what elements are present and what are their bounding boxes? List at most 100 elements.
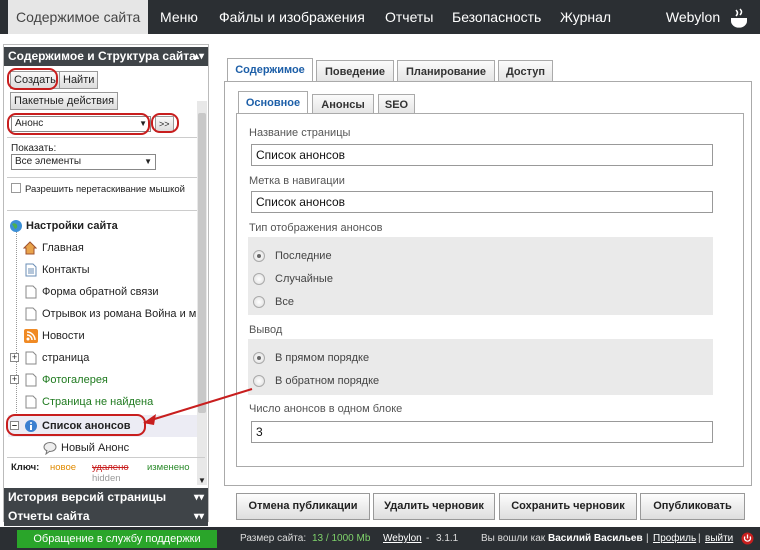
tree-item-home[interactable]: Главная [22,237,218,259]
tree-label: Главная [42,242,84,254]
history-panel-header[interactable]: История версий страницы ▾▾ [4,488,208,507]
expand-panel-icon[interactable]: ▾▾ [194,488,204,507]
tree-label: Контакты [42,264,90,276]
subtab-main[interactable]: Основное [238,91,308,113]
page-icon [25,373,37,387]
product-link[interactable]: Webylon [383,527,422,550]
display-type-label: Тип отображения анонсов [249,222,383,234]
radio-label: Случайные [275,273,333,285]
tree-item-site-settings[interactable]: Настройки сайта [8,215,204,237]
find-button[interactable]: Найти [59,71,99,89]
scrollbar-thumb[interactable] [198,113,206,413]
expand-icon[interactable]: + [10,353,19,362]
logout-link[interactable]: выйти [705,527,733,550]
divider [7,177,205,178]
tree-item-contacts[interactable]: Контакты [22,259,218,281]
tree-label: Новости [42,330,85,342]
tab-behavior[interactable]: Поведение [316,60,394,82]
separator-text: | [646,533,649,544]
page-icon [25,351,37,365]
count-label: Число анонсов в одном блоке [249,403,403,415]
version-number: 3.1.1 [436,533,459,544]
display-random-radio[interactable]: Случайные [253,271,453,287]
radio-selected-icon [253,352,265,364]
tab-content[interactable]: Содержимое [227,58,313,82]
page-icon [25,395,37,409]
reports-panel-header[interactable]: Отчеты сайта ▾▾ [4,507,208,526]
support-button[interactable]: Обращение в службу поддержки [17,530,217,548]
sidebar-title: Содержимое и Структура сайта [8,49,196,63]
page-name-input[interactable]: Список анонсов [251,144,713,166]
tree-label: Отрывок из романа Война и м [42,308,196,320]
radio-label: Последние [275,250,332,262]
output-forward-radio[interactable]: В прямом порядке [253,350,453,366]
tree-item-new-announcement[interactable]: Новый Анонс [42,437,238,459]
nav-tab-security[interactable]: Безопасность [452,0,541,34]
unpublish-button[interactable]: Отмена публикации [236,493,370,520]
radio-icon [253,296,265,308]
nav-tab-reports[interactable]: Отчеты [385,0,433,34]
top-navigation: Содержимое сайта Меню Файлы и изображени… [0,0,760,34]
tree-item-news[interactable]: Новости [22,325,218,347]
output-reverse-radio[interactable]: В обратном порядке [253,373,453,389]
radio-label: Все [275,296,294,308]
output-label: Вывод [249,324,283,336]
scroll-down-icon[interactable]: ▼ [198,476,206,485]
display-all-radio[interactable]: Все [253,294,453,310]
brand-logo: Webylon [666,0,750,34]
rss-icon [24,329,38,343]
site-size-label: Размер сайта: [240,533,307,544]
radio-selected-icon [253,250,265,262]
tree-label: страница [42,352,90,364]
save-draft-button[interactable]: Сохранить черновик [499,493,637,520]
drag-label: Разрешить перетаскивание мышкой [25,184,185,195]
cup-logo-icon [731,8,747,28]
tree-item-excerpt[interactable]: Отрывок из романа Война и м [22,303,196,325]
legend-hidden: hidden [92,473,121,484]
tree-label: Фотогалерея [42,374,108,386]
tree-item-page[interactable]: + страница [8,347,204,369]
tree-label: Форма обратной связи [42,286,159,298]
tab-access[interactable]: Доступ [498,60,553,82]
radio-label: В обратном порядке [275,375,380,387]
display-latest-radio[interactable]: Последние [253,248,453,264]
count-input[interactable]: 3 [251,421,713,443]
nav-tab-menu[interactable]: Меню [160,0,198,34]
nav-label-input[interactable]: Список анонсов [251,191,713,213]
tab-scheduling[interactable]: Планирование [397,60,495,82]
show-label: Показать: [11,143,57,154]
chevron-down-icon: ▼ [144,157,152,166]
tree-label: Страница не найдена [42,396,154,408]
comment-icon [43,442,57,455]
subtab-announcements[interactable]: Анонсы [312,94,374,114]
radio-label: В прямом порядке [275,352,370,364]
home-icon [23,241,37,255]
nav-tab-content[interactable]: Содержимое сайта [8,0,149,34]
publish-button[interactable]: Опубликовать [640,493,745,520]
globe-icon [10,220,22,232]
show-filter-select[interactable]: Все элементы ▼ [11,154,156,170]
expand-icon[interactable]: + [10,375,19,384]
legend-key: Ключ: [11,462,40,473]
delete-draft-button[interactable]: Удалить черновик [373,493,495,520]
highlight-go [151,113,179,133]
brand-name: Webylon [665,9,721,25]
batch-actions-button[interactable]: Пакетные действия [10,92,119,110]
page-icon [25,285,37,299]
content-sidebar: Содержимое и Структура сайта ▴▾ Создать … [3,44,209,526]
sidebar-header[interactable]: Содержимое и Структура сайта ▴▾ [4,47,208,66]
show-filter-value: Все элементы [15,156,82,167]
subtab-seo[interactable]: SEO [378,94,415,114]
legend-new: новое [50,462,77,473]
power-icon[interactable] [741,532,754,545]
separator-text: | [698,533,701,544]
nav-tab-files[interactable]: Файлы и изображения [219,0,365,34]
highlight-type-select [7,113,150,135]
tree-item-feedback-form[interactable]: Форма обратной связи [22,281,218,303]
expand-panel-icon[interactable]: ▾▾ [194,507,204,526]
profile-link[interactable]: Профиль [653,527,696,550]
tree-label: Новый Анонс [61,442,130,454]
nav-tab-log[interactable]: Журнал [560,0,611,34]
logged-in-label: Вы вошли как [481,533,546,544]
collapse-icon[interactable]: ▴▾ [194,47,204,66]
